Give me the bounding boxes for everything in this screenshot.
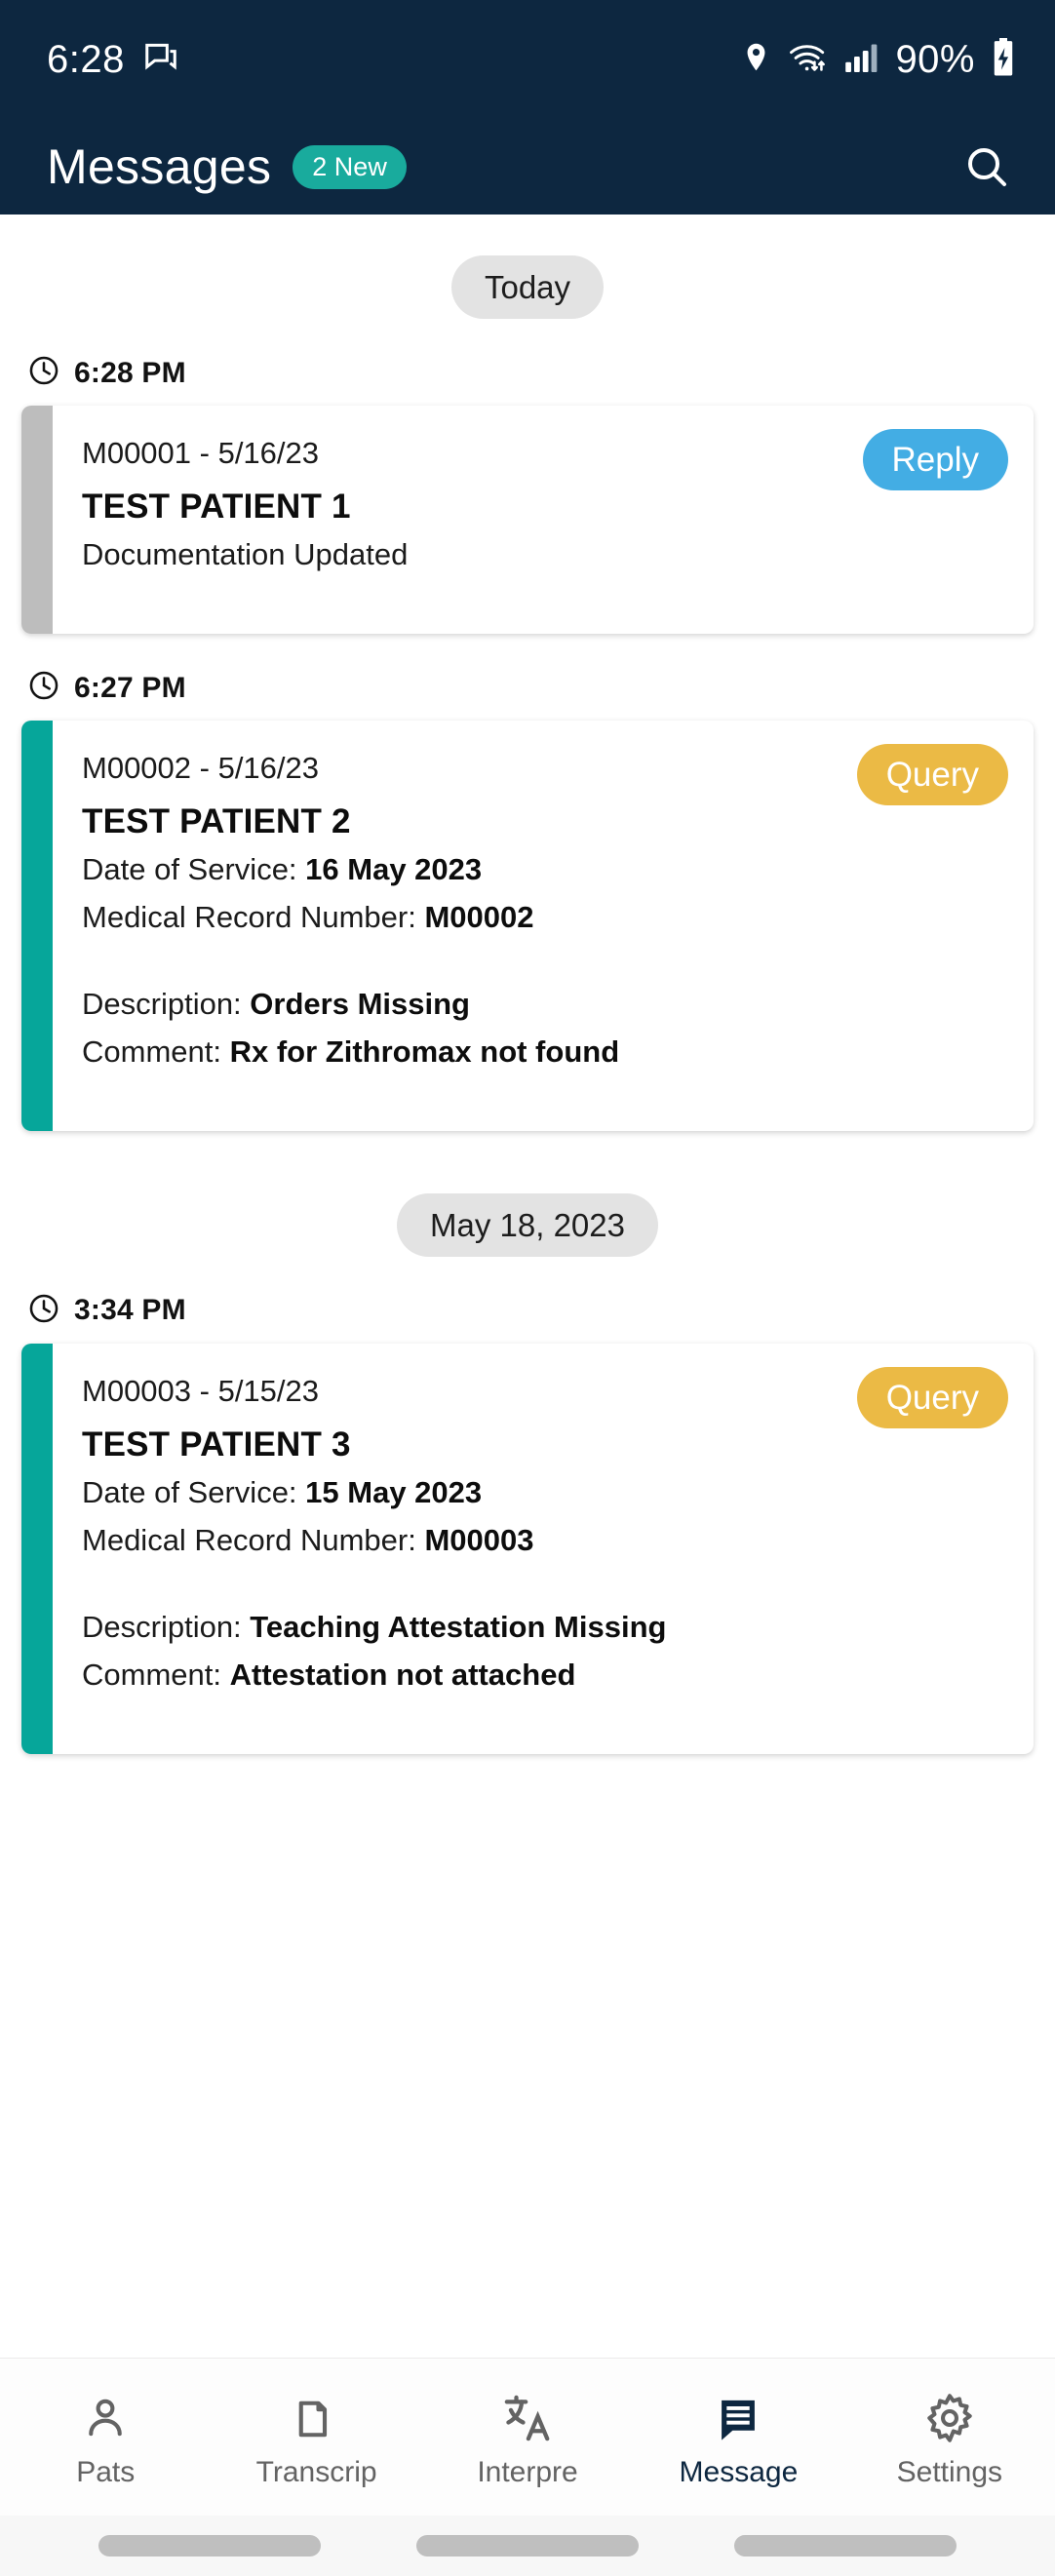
search-icon[interactable] [957,137,1016,196]
nav-back-gesture-bar[interactable] [98,2535,321,2556]
card-accent-bar [21,1343,53,1754]
cellular-signal-icon [844,42,879,78]
card-spacer [82,938,1008,977]
card-detail-line: Medical Record Number: M00002 [82,898,1008,938]
nav-label: Transcrip [255,2455,377,2488]
card-detail-line: Medical Record Number: M00003 [82,1521,1008,1561]
message-card-container: Query M00003 - 5/15/23 TEST PATIENT 3 Da… [0,1343,1055,1754]
nav-label: Interpre [477,2455,578,2488]
reply-button[interactable]: Reply [862,429,1008,491]
detail-value: M00002 [424,900,534,935]
query-badge[interactable]: Query [856,744,1008,806]
chat-bubble-icon [142,39,179,81]
message-card-container: Query M00002 - 5/16/23 TEST PATIENT 2 Da… [0,721,1055,1131]
message-icon [713,2386,763,2444]
status-bar: 6:28 90% [0,0,1055,119]
phone-screen: 6:28 90% Messages 2 New Today 6:28 PM Re… [0,0,1055,2576]
nav-item-interpreter[interactable]: Interpre [422,2386,633,2489]
nav-label: Pats [76,2455,136,2488]
patient-name: TEST PATIENT 3 [82,1425,351,1464]
message-card[interactable]: Query M00002 - 5/16/23 TEST PATIENT 2 Da… [21,721,1034,1131]
status-bar-left: 6:28 [47,38,179,82]
card-detail-line: Comment: Attestation not attached [82,1656,1008,1696]
nav-item-transcription[interactable]: Transcrip [211,2386,421,2489]
nav-label: Message [679,2455,799,2488]
person-icon [80,2386,131,2444]
location-pin-icon [740,41,772,78]
date-divider: Today [0,255,1055,319]
date-divider: May 18, 2023 [0,1192,1055,1257]
wifi-icon [788,40,829,80]
battery-charging-icon [991,37,1016,82]
detail-label: Comment: [82,1034,230,1069]
message-timestamp: 6:28 PM [27,354,1055,392]
card-body: Query M00003 - 5/15/23 TEST PATIENT 3 Da… [53,1344,1034,1754]
nav-item-messages[interactable]: Message [633,2386,843,2489]
folder-icon [292,2386,342,2444]
card-accent-bar [21,406,53,635]
detail-label: Documentation Updated [82,537,409,572]
detail-value: Teaching Attestation Missing [250,1609,667,1644]
message-card-container: Reply M00001 - 5/16/23 TEST PATIENT 1 Do… [0,406,1055,635]
detail-label: Date of Service: [82,1475,306,1510]
card-detail-line: Date of Service: 15 May 2023 [82,1473,1008,1513]
nav-item-settings[interactable]: Settings [844,2386,1055,2489]
bottom-navigation: Pats Transcrip Interpre Message Settings [0,2358,1055,2516]
message-card[interactable]: Query M00003 - 5/15/23 TEST PATIENT 3 Da… [21,1343,1034,1754]
recents-gesture-bar[interactable] [734,2535,957,2556]
card-body: Reply M00001 - 5/16/23 TEST PATIENT 1 Do… [53,406,1034,634]
messages-list[interactable]: Today 6:28 PM Reply M00001 - 5/16/23 TES… [0,215,1055,2358]
card-spacer [82,1073,1008,1102]
page-title: Messages [47,139,272,194]
gear-icon [923,2386,976,2444]
card-body: Query M00002 - 5/16/23 TEST PATIENT 2 Da… [53,721,1034,1131]
card-detail-line: Documentation Updated [82,535,1008,575]
detail-value: Orders Missing [250,987,470,1022]
date-divider-label: Today [450,255,605,319]
card-accent-bar [21,721,53,1131]
detail-label: Medical Record Number: [82,1523,425,1557]
message-timestamp: 6:27 PM [27,669,1055,707]
detail-label: Comment: [82,1657,230,1692]
detail-value: Rx for Zithromax not found [229,1034,620,1069]
card-spacer [82,1561,1008,1600]
new-messages-badge: 2 New [293,144,407,189]
nav-item-pats[interactable]: Pats [0,2386,211,2489]
detail-value: M00003 [424,1523,534,1557]
home-gesture-bar[interactable] [416,2535,639,2556]
detail-label: Description: [82,987,251,1022]
clock-icon [27,354,60,392]
detail-label: Date of Service: [82,852,306,887]
detail-value: Attestation not attached [229,1657,576,1692]
timestamp-label: 6:28 PM [74,356,186,389]
status-bar-clock: 6:28 [47,37,125,81]
translate-icon [501,2386,554,2444]
message-card[interactable]: Reply M00001 - 5/16/23 TEST PATIENT 1 Do… [21,406,1034,635]
timestamp-label: 6:27 PM [74,671,186,704]
date-divider-label: May 18, 2023 [397,1192,658,1257]
nav-label: Settings [896,2455,1003,2488]
timestamp-label: 3:34 PM [74,1294,186,1327]
card-detail-line: Date of Service: 16 May 2023 [82,850,1008,890]
query-badge[interactable]: Query [856,1366,1008,1429]
detail-label: Medical Record Number: [82,900,425,935]
patient-name: TEST PATIENT 1 [82,488,351,527]
card-spacer [82,575,1008,605]
status-bar-right: 90% [740,37,1016,82]
battery-percent-label: 90% [895,37,975,81]
detail-value: 16 May 2023 [305,852,483,887]
card-detail-line: Description: Orders Missing [82,985,1008,1025]
clock-icon [27,669,60,707]
detail-value: 15 May 2023 [305,1475,483,1510]
message-timestamp: 3:34 PM [27,1292,1055,1330]
card-detail-line: Comment: Rx for Zithromax not found [82,1033,1008,1073]
clock-icon [27,1292,60,1330]
card-detail-line: Description: Teaching Attestation Missin… [82,1608,1008,1648]
card-spacer [82,1696,1008,1725]
detail-label: Description: [82,1609,251,1644]
app-bar: Messages 2 New [0,119,1055,215]
patient-name: TEST PATIENT 2 [82,802,351,841]
system-navigation-bar [0,2516,1055,2576]
